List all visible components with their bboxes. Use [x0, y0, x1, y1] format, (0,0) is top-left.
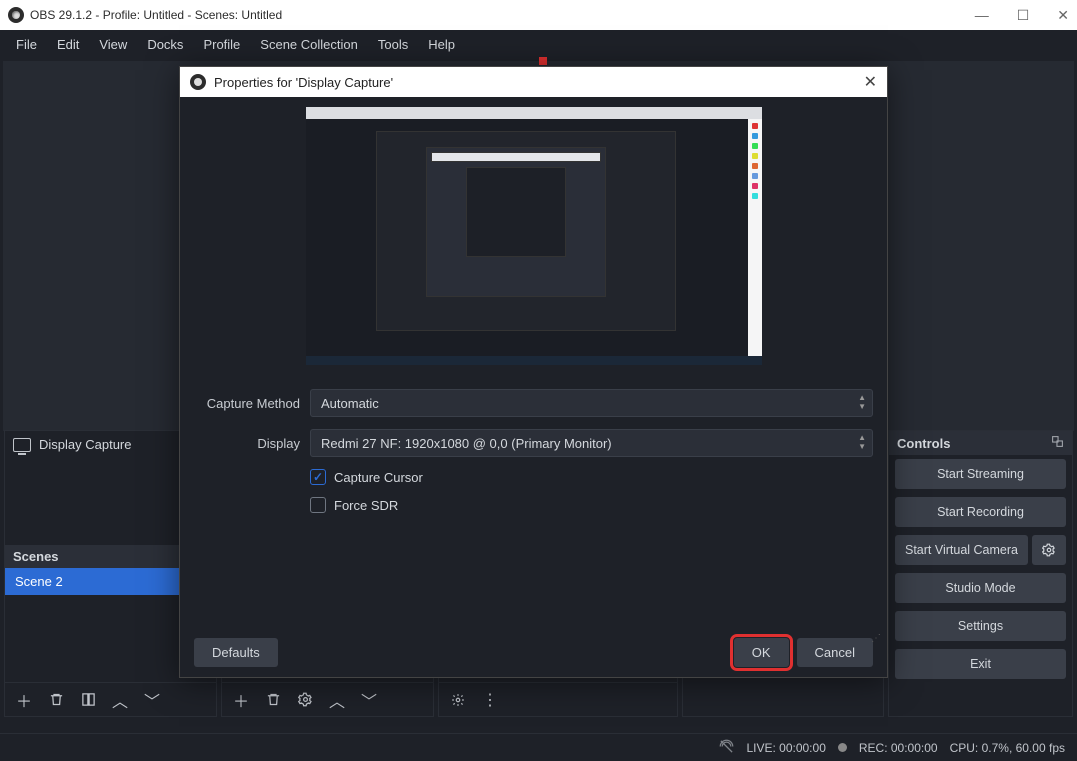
- scene-filters-button[interactable]: [75, 687, 101, 713]
- menu-view[interactable]: View: [89, 33, 137, 56]
- cancel-button[interactable]: Cancel: [797, 638, 873, 667]
- controls-panel: Controls Start Streaming Start Recording…: [888, 430, 1073, 717]
- popout-icon[interactable]: [1051, 435, 1064, 451]
- scene-down-button[interactable]: ﹀: [139, 687, 165, 713]
- settings-button[interactable]: Settings: [895, 611, 1066, 641]
- signal-icon: [719, 739, 734, 757]
- studio-mode-button[interactable]: Studio Mode: [895, 573, 1066, 603]
- add-scene-button[interactable]: ＋: [11, 687, 37, 713]
- menu-edit[interactable]: Edit: [47, 33, 89, 56]
- spinner-icon: ▲▼: [858, 433, 866, 451]
- menu-help[interactable]: Help: [418, 33, 465, 56]
- source-down-button[interactable]: ﹀: [356, 687, 382, 713]
- display-label: Display: [194, 436, 300, 451]
- dialog-titlebar: Properties for 'Display Capture' ✕: [180, 67, 887, 97]
- obs-logo-icon: [8, 7, 24, 23]
- properties-dialog: Properties for 'Display Capture' ✕ Captu…: [179, 66, 888, 678]
- virtual-camera-settings-button[interactable]: [1032, 535, 1066, 565]
- ok-button[interactable]: OK: [734, 638, 789, 667]
- mixer-menu-button[interactable]: ⋮: [477, 687, 503, 713]
- rec-dot-icon: [838, 743, 847, 752]
- cpu-status: CPU: 0.7%, 60.00 fps: [950, 741, 1065, 755]
- display-value: Redmi 27 NF: 1920x1080 @ 0,0 (Primary Mo…: [321, 436, 612, 451]
- maximize-icon[interactable]: ☐: [1017, 7, 1030, 24]
- window-title: OBS 29.1.2 - Profile: Untitled - Scenes:…: [30, 8, 282, 22]
- dialog-close-button[interactable]: ✕: [864, 72, 877, 92]
- menu-profile[interactable]: Profile: [193, 33, 250, 56]
- minimize-icon[interactable]: —: [975, 7, 989, 24]
- display-select[interactable]: Redmi 27 NF: 1920x1080 @ 0,0 (Primary Mo…: [310, 429, 873, 457]
- start-streaming-button[interactable]: Start Streaming: [895, 459, 1066, 489]
- remove-scene-button[interactable]: [43, 687, 69, 713]
- rec-status: REC: 00:00:00: [859, 741, 938, 755]
- controls-title: Controls: [897, 436, 950, 451]
- menu-scene-collection[interactable]: Scene Collection: [250, 33, 368, 56]
- capture-method-value: Automatic: [321, 396, 379, 411]
- capture-method-label: Capture Method: [194, 396, 300, 411]
- window-titlebar: OBS 29.1.2 - Profile: Untitled - Scenes:…: [0, 0, 1077, 30]
- close-window-icon[interactable]: ✕: [1057, 7, 1069, 24]
- menu-docks[interactable]: Docks: [137, 33, 193, 56]
- add-source-button[interactable]: ＋: [228, 687, 254, 713]
- scenes-title: Scenes: [13, 549, 59, 564]
- source-label: Display Capture: [39, 437, 132, 452]
- source-settings-button[interactable]: [292, 687, 318, 713]
- obs-logo-icon: [190, 74, 206, 90]
- start-recording-button[interactable]: Start Recording: [895, 497, 1066, 527]
- force-sdr-label: Force SDR: [334, 498, 398, 513]
- capture-cursor-label: Capture Cursor: [334, 470, 423, 485]
- spinner-icon: ▲▼: [858, 393, 866, 411]
- source-up-button[interactable]: ︿: [324, 687, 350, 713]
- controls-header: Controls: [889, 431, 1072, 455]
- capture-method-select[interactable]: Automatic ▲▼: [310, 389, 873, 417]
- monitor-icon: [13, 438, 31, 452]
- capture-cursor-checkbox[interactable]: [310, 469, 326, 485]
- remove-source-button[interactable]: [260, 687, 286, 713]
- display-preview: [306, 107, 762, 365]
- menu-file[interactable]: File: [6, 33, 47, 56]
- menubar: File Edit View Docks Profile Scene Colle…: [0, 30, 1077, 58]
- status-bar: LIVE: 00:00:00 REC: 00:00:00 CPU: 0.7%, …: [0, 733, 1077, 761]
- mixer-settings-button[interactable]: [445, 687, 471, 713]
- start-virtual-camera-button[interactable]: Start Virtual Camera: [895, 535, 1028, 565]
- menu-tools[interactable]: Tools: [368, 33, 418, 56]
- preview-handle-icon[interactable]: [539, 57, 547, 65]
- scene-up-button[interactable]: ︿: [107, 687, 133, 713]
- live-status: LIVE: 00:00:00: [746, 741, 825, 755]
- exit-button[interactable]: Exit: [895, 649, 1066, 679]
- force-sdr-checkbox[interactable]: [310, 497, 326, 513]
- defaults-button[interactable]: Defaults: [194, 638, 278, 667]
- resize-grip-icon[interactable]: ⋰: [871, 637, 883, 641]
- dialog-title-text: Properties for 'Display Capture': [214, 75, 393, 90]
